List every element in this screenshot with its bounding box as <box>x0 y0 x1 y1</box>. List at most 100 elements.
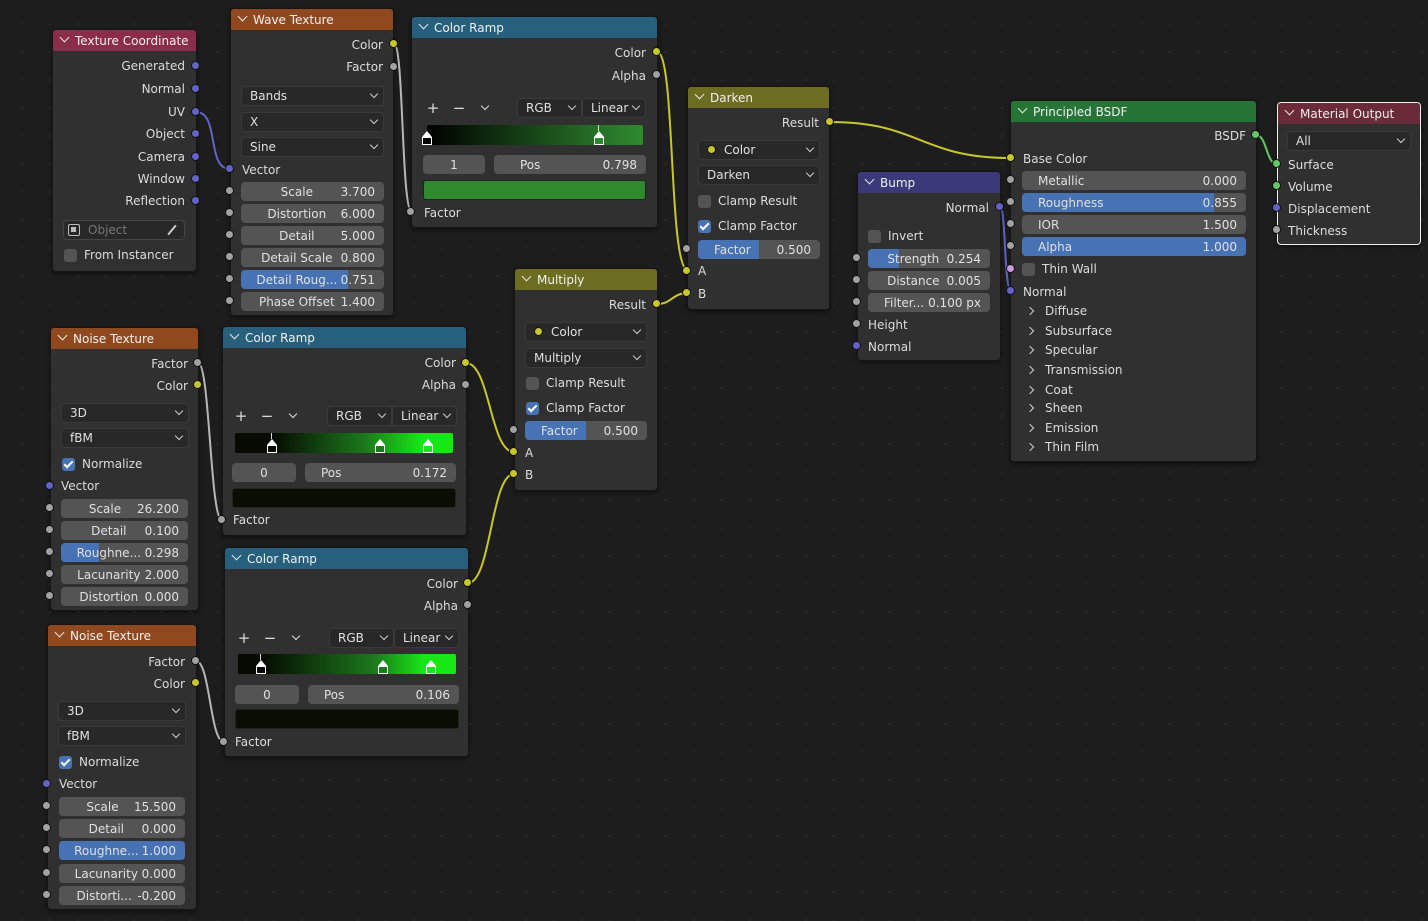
panel-transmission[interactable]: Transmission <box>1025 363 1123 377</box>
socket-roughness-in[interactable] <box>45 547 54 556</box>
socket-base-color-in[interactable] <box>1006 153 1015 162</box>
socket-height-in[interactable] <box>852 319 861 328</box>
node-noise-texture-1[interactable]: Noise Texture Factor Color 3D fBM Normal… <box>50 327 199 611</box>
ramp-stop-1[interactable] <box>594 125 604 145</box>
socket-a-in[interactable] <box>682 266 691 275</box>
color-mode-dropdown[interactable]: RGB <box>517 98 582 118</box>
node-header[interactable]: Darken <box>688 87 829 108</box>
node-header[interactable]: Noise Texture <box>51 328 198 349</box>
node-header[interactable]: Multiply <box>515 269 657 290</box>
socket-detail-roughness-in[interactable] <box>225 274 234 283</box>
socket-lacunarity-in[interactable] <box>42 868 51 877</box>
field-scale[interactable]: Scale 15.500 <box>59 797 185 816</box>
stop-pos-field[interactable]: Pos 0.798 <box>494 155 646 174</box>
collapse-chevron-icon[interactable] <box>1018 105 1027 114</box>
socket-alpha-out[interactable] <box>461 380 470 389</box>
wave-direction-dropdown[interactable]: X <box>241 112 384 132</box>
field-detail-roughness[interactable]: Detail Roug... 0.751 <box>241 270 384 289</box>
node-header[interactable]: Color Ramp <box>412 17 657 38</box>
field-metallic[interactable]: Metallic 0.000 <box>1022 171 1246 190</box>
field-detail[interactable]: Detail 0.100 <box>61 521 188 540</box>
socket-thin-wall-in[interactable] <box>1006 264 1015 273</box>
socket-scale-in[interactable] <box>45 503 54 512</box>
field-distance[interactable]: Distance 0.005 <box>868 271 990 290</box>
socket-a-in[interactable] <box>509 447 518 456</box>
socket-distortion-in[interactable] <box>42 890 51 899</box>
field-scale[interactable]: Scale 26.200 <box>61 499 188 518</box>
interpolation-dropdown[interactable]: Linear <box>394 628 459 648</box>
field-phase-offset[interactable]: Phase Offset 1.400 <box>241 292 384 311</box>
field-lacunarity[interactable]: Lacunarity 2.000 <box>61 565 188 584</box>
socket-normal-out[interactable] <box>995 202 1004 211</box>
checkbox-box[interactable] <box>698 219 711 233</box>
stop-color-swatch[interactable] <box>423 180 646 200</box>
socket-distance-in[interactable] <box>852 275 861 284</box>
socket-normal-in[interactable] <box>1006 286 1015 295</box>
collapse-chevron-icon[interactable] <box>60 34 69 43</box>
clamp-result-checkbox[interactable]: Clamp Result <box>526 376 625 390</box>
collapse-chevron-icon[interactable] <box>55 629 64 638</box>
socket-detail-scale-in[interactable] <box>225 252 234 261</box>
color-mode-dropdown[interactable]: RGB <box>327 406 392 426</box>
socket-window[interactable] <box>191 174 200 183</box>
collapse-chevron-icon[interactable] <box>58 332 67 341</box>
socket-detail-in[interactable] <box>42 823 51 832</box>
node-header[interactable]: Color Ramp <box>225 548 468 569</box>
panel-diffuse[interactable]: Diffuse <box>1025 304 1087 318</box>
interpolation-dropdown[interactable]: Linear <box>582 98 646 118</box>
color-mode-dropdown[interactable]: RGB <box>329 628 394 648</box>
panel-coat[interactable]: Coat <box>1025 383 1073 397</box>
collapse-chevron-icon[interactable] <box>1285 107 1294 116</box>
socket-b-in[interactable] <box>682 288 691 297</box>
checkbox-box[interactable] <box>698 194 711 208</box>
node-material-output[interactable]: Material Output All Surface Volume Displ… <box>1277 102 1421 245</box>
field-lacunarity[interactable]: Lacunarity 0.000 <box>59 864 185 883</box>
clamp-factor-checkbox[interactable]: Clamp Factor <box>526 401 625 415</box>
socket-color-out[interactable] <box>389 39 398 48</box>
socket-factor-in[interactable] <box>217 515 226 524</box>
checkbox-box[interactable] <box>868 229 881 243</box>
normalize-checkbox[interactable]: Normalize <box>59 755 139 769</box>
socket-filter-in[interactable] <box>852 297 861 306</box>
socket-displacement-in[interactable] <box>1272 203 1281 212</box>
socket-scale-in[interactable] <box>225 186 234 195</box>
noise-type-dropdown[interactable]: fBM <box>58 726 186 746</box>
data-type-dropdown[interactable]: Color <box>525 322 647 342</box>
stop-index-field[interactable]: 0 <box>232 463 296 482</box>
socket-volume-in[interactable] <box>1272 181 1281 190</box>
panel-sheen[interactable]: Sheen <box>1025 401 1083 415</box>
field-detail[interactable]: Detail 0.000 <box>59 819 185 838</box>
checkbox-box[interactable] <box>64 248 77 262</box>
socket-metallic-in[interactable] <box>1006 175 1015 184</box>
socket-vector-in[interactable] <box>42 779 51 788</box>
ramp-menu-icon[interactable] <box>472 98 498 118</box>
socket-detail-in[interactable] <box>45 525 54 534</box>
field-detail[interactable]: Detail 5.000 <box>241 226 384 245</box>
checkbox-box[interactable] <box>1022 262 1035 276</box>
socket-factor-in[interactable] <box>509 425 518 434</box>
node-header[interactable]: Material Output <box>1278 103 1420 124</box>
collapse-chevron-icon[interactable] <box>238 13 247 22</box>
field-detail-scale[interactable]: Detail Scale 0.800 <box>241 248 384 267</box>
socket-scale-in[interactable] <box>42 801 51 810</box>
stop-color-swatch[interactable] <box>235 709 459 729</box>
field-factor[interactable]: Factor 0.500 <box>698 240 820 259</box>
dimensions-dropdown[interactable]: 3D <box>61 403 189 423</box>
ramp-stop-0[interactable] <box>422 131 432 145</box>
socket-bsdf-out[interactable] <box>1251 130 1260 139</box>
socket-reflection[interactable] <box>191 196 200 205</box>
socket-alpha-out[interactable] <box>652 70 661 79</box>
ramp-stop-0[interactable] <box>267 433 277 453</box>
remove-stop-icon[interactable]: − <box>257 628 283 648</box>
remove-stop-icon[interactable]: − <box>254 406 280 426</box>
node-header[interactable]: Noise Texture <box>48 625 196 646</box>
stop-index-field[interactable]: 0 <box>235 685 299 704</box>
node-color-ramp-3[interactable]: Color Ramp Color Alpha + − RGB Linear 0 … <box>224 547 469 757</box>
blend-mode-dropdown[interactable]: Darken <box>698 165 820 185</box>
field-distortion[interactable]: Distortion 6.000 <box>241 204 384 223</box>
add-stop-icon[interactable]: + <box>231 628 257 648</box>
panel-specular[interactable]: Specular <box>1025 343 1097 357</box>
stop-pos-field[interactable]: Pos 0.172 <box>305 463 456 482</box>
wave-profile-dropdown[interactable]: Sine <box>241 137 384 157</box>
blend-mode-dropdown[interactable]: Multiply <box>525 348 647 368</box>
